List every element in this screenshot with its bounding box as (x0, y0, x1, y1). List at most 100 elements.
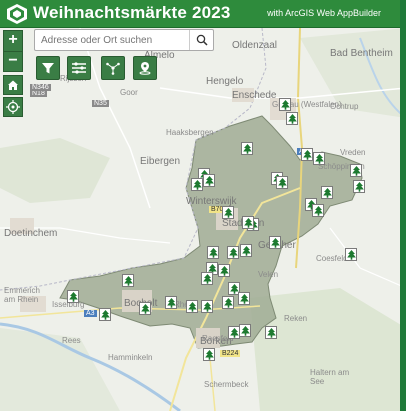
christmas-market-marker[interactable] (350, 164, 362, 177)
christmas-tree-icon (302, 149, 312, 160)
label-rees: Rees (62, 336, 81, 345)
christmas-market-marker[interactable] (313, 152, 325, 165)
christmas-tree-icon (322, 187, 332, 198)
label-reken: Reken (284, 314, 308, 323)
christmas-tree-icon (187, 301, 197, 312)
christmas-market-marker[interactable] (321, 186, 333, 199)
label-goor: Goor (120, 88, 138, 97)
share-button[interactable] (101, 56, 125, 80)
search-input[interactable] (35, 30, 189, 50)
road-label-n346: N346 (30, 84, 51, 91)
christmas-market-marker[interactable] (139, 302, 151, 315)
christmas-market-marker[interactable] (265, 326, 277, 339)
christmas-tree-icon (192, 179, 202, 190)
road-label-n18: N18 (30, 90, 47, 97)
christmas-tree-icon (223, 207, 233, 218)
home-icon (8, 80, 18, 90)
christmas-tree-icon (100, 309, 110, 320)
christmas-tree-icon (270, 237, 280, 248)
christmas-market-marker[interactable] (67, 290, 79, 303)
christmas-market-marker[interactable] (312, 204, 324, 217)
christmas-market-marker[interactable] (276, 176, 288, 189)
app-title: Weihnachtsmärkte 2023 (33, 3, 231, 22)
label-haltern: Haltern am See (310, 368, 350, 386)
christmas-market-marker[interactable] (286, 112, 298, 125)
label-bad-bentheim: Bad Bentheim (330, 48, 393, 59)
christmas-tree-icon (287, 113, 297, 124)
christmas-market-marker[interactable] (186, 300, 198, 313)
label-velen: Velen (258, 270, 279, 279)
christmas-tree-icon (228, 247, 238, 258)
christmas-market-marker[interactable] (165, 296, 177, 309)
christmas-tree-icon (242, 143, 252, 154)
christmas-market-marker[interactable] (279, 98, 291, 111)
layer-list-icon (72, 62, 86, 74)
christmas-tree-icon (239, 293, 249, 304)
christmas-tree-icon (241, 245, 251, 256)
christmas-market-marker[interactable] (203, 174, 215, 187)
christmas-market-marker[interactable] (238, 292, 250, 305)
app-header: Weihnachtsmärkte 2023 with ArcGIS Web Ap… (0, 0, 406, 28)
location-button[interactable] (133, 56, 157, 80)
christmas-market-marker[interactable] (269, 236, 281, 249)
christmas-tree-icon (314, 153, 324, 164)
christmas-tree-icon (140, 303, 150, 314)
christmas-tree-icon (266, 327, 276, 338)
road-label-b224: B224 (220, 350, 241, 357)
share-nodes-icon (106, 62, 120, 75)
christmas-market-marker[interactable] (201, 300, 213, 313)
christmas-market-marker[interactable] (222, 296, 234, 309)
location-pin-icon (139, 62, 151, 75)
my-location-button[interactable] (3, 97, 23, 117)
christmas-market-marker[interactable] (242, 216, 254, 229)
christmas-tree-icon (354, 181, 364, 192)
filter-button[interactable] (36, 56, 60, 80)
window-frame-right (400, 0, 406, 411)
christmas-market-marker[interactable] (239, 324, 251, 337)
label-coesfeld: Coesfeld (316, 254, 348, 263)
christmas-market-marker[interactable] (222, 206, 234, 219)
christmas-market-marker[interactable] (207, 246, 219, 259)
filter-icon (42, 63, 54, 74)
christmas-tree-icon (166, 297, 176, 308)
christmas-tree-icon (277, 177, 287, 188)
christmas-tree-icon (313, 205, 323, 216)
christmas-market-marker[interactable] (201, 272, 213, 285)
label-emmerich: Emmerich am Rhein (4, 286, 41, 304)
christmas-tree-icon (202, 301, 212, 312)
christmas-market-marker[interactable] (122, 274, 134, 287)
search-button[interactable] (189, 30, 213, 50)
christmas-tree-icon (208, 247, 218, 258)
label-ochtrup: Ochtrup (330, 102, 359, 111)
christmas-market-marker[interactable] (241, 142, 253, 155)
label-doetinchem: Doetinchem (4, 228, 58, 239)
christmas-market-marker[interactable] (191, 178, 203, 191)
locate-icon (6, 100, 20, 114)
christmas-market-marker[interactable] (240, 244, 252, 257)
christmas-market-marker[interactable] (99, 308, 111, 321)
christmas-market-marker[interactable] (227, 246, 239, 259)
christmas-tree-icon (68, 291, 78, 302)
christmas-tree-icon (229, 327, 239, 338)
search-widget (34, 29, 214, 51)
christmas-tree-icon (123, 275, 133, 286)
home-button[interactable] (3, 75, 23, 95)
zoom-in-button[interactable]: + (4, 31, 22, 51)
christmas-market-marker[interactable] (301, 148, 313, 161)
zoom-out-button[interactable]: − (4, 51, 22, 71)
layer-list-button[interactable] (67, 56, 91, 80)
label-oldenzaal: Oldenzaal (232, 40, 278, 51)
label-hamminkeln: Hamminkeln (108, 353, 153, 362)
christmas-market-marker[interactable] (345, 248, 357, 261)
christmas-market-marker[interactable] (218, 264, 230, 277)
christmas-tree-icon (202, 273, 212, 284)
label-haaksbergen: Haaksbergen (166, 128, 214, 137)
christmas-tree-icon (243, 217, 253, 228)
label-eibergen: Eibergen (140, 156, 181, 167)
christmas-market-marker[interactable] (353, 180, 365, 193)
christmas-market-marker[interactable] (203, 348, 215, 361)
christmas-tree-icon (223, 297, 233, 308)
road-label-a3: A3 (84, 310, 97, 317)
map-view[interactable]: Oldenzaal Bad Bentheim Almelo Hengelo En… (0, 28, 406, 411)
label-vreden: Vreden (340, 148, 366, 157)
